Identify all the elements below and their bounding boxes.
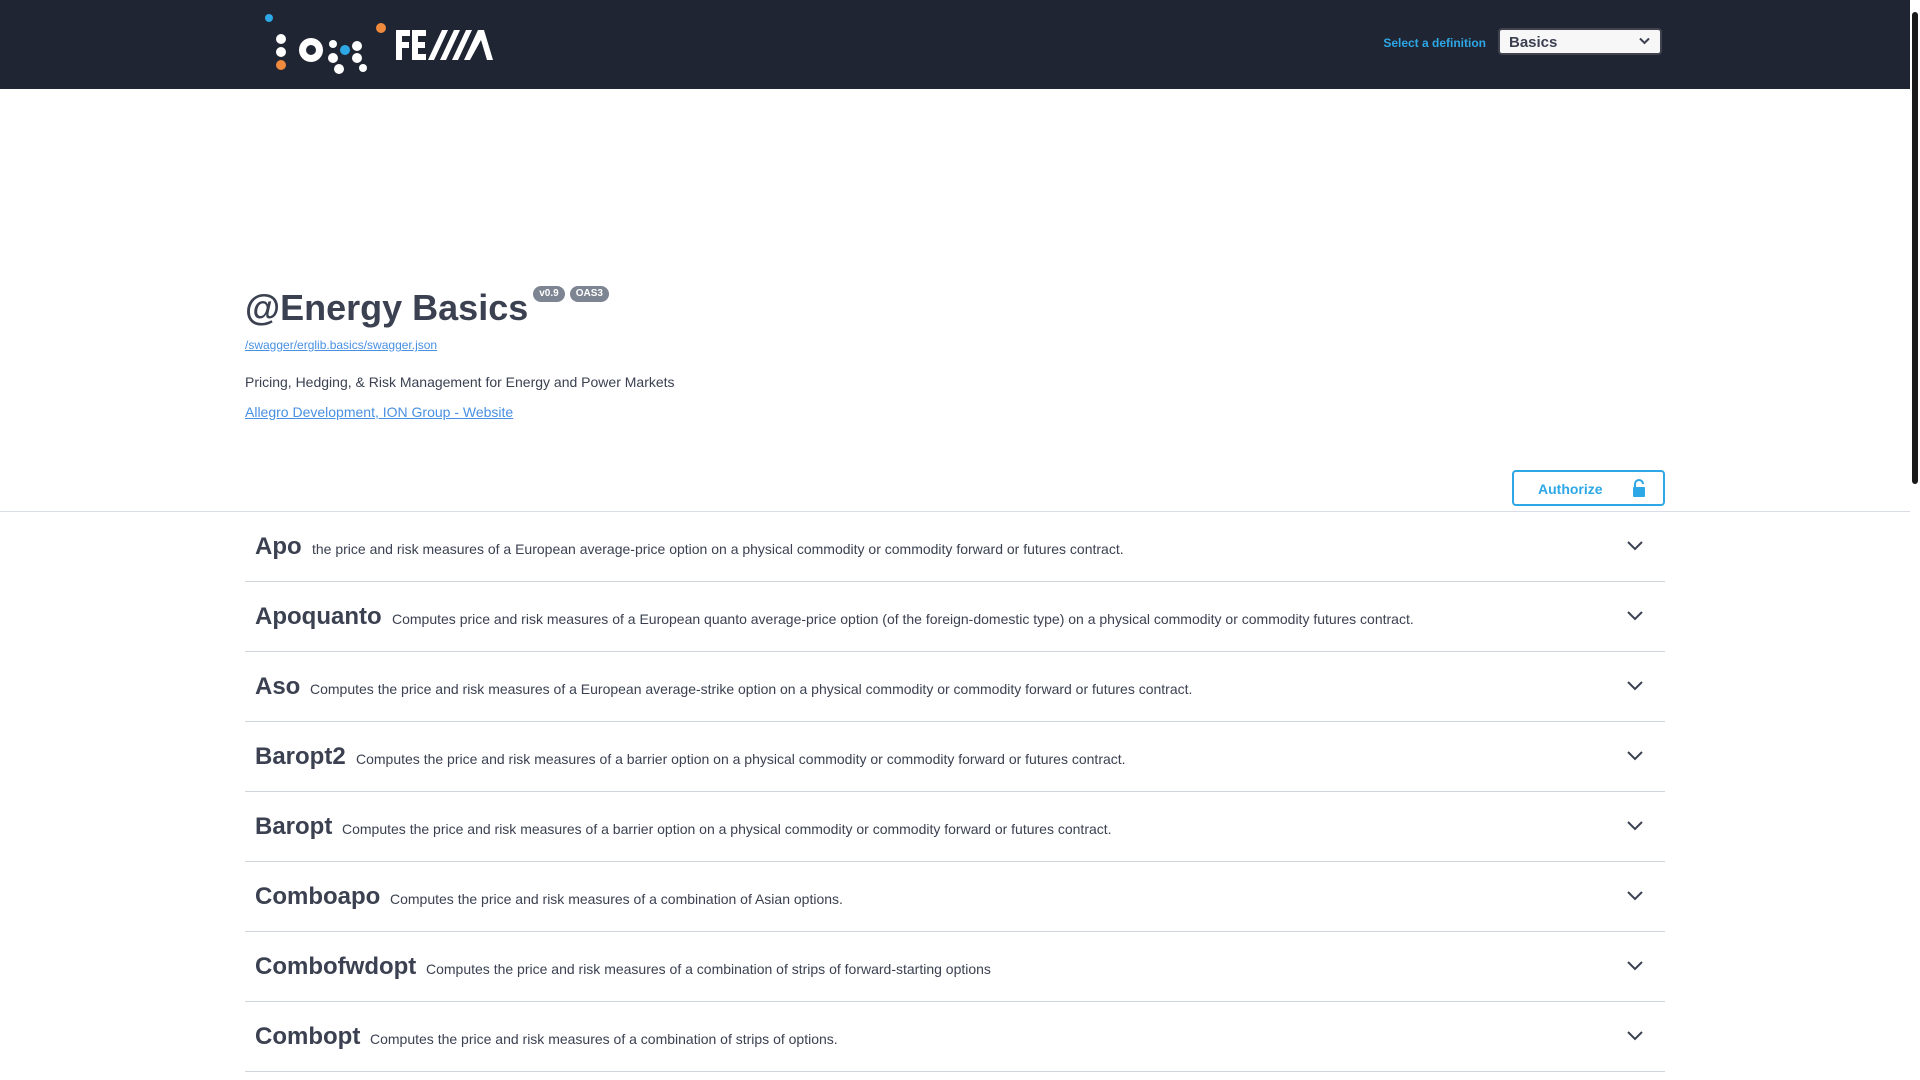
spec-url-link[interactable]: /swagger/erglib.basics/swagger.json — [245, 338, 437, 352]
tag-description: Computes the price and risk measures of … — [426, 961, 991, 977]
tag-name: Aso — [255, 673, 301, 700]
tag-name: Apo — [255, 533, 302, 560]
tag-description: Computes the price and risk measures of … — [390, 891, 843, 907]
tag-description: Computes the price and risk measures of … — [370, 1031, 838, 1047]
tag-description: Computes the price and risk measures of … — [342, 821, 1112, 837]
tag-section-comboapo[interactable]: Comboapo Computes the price and risk meas… — [245, 862, 1665, 932]
tag-name: Combopt — [255, 1023, 361, 1050]
tag-description: Computes the price and risk measures of … — [310, 681, 1193, 697]
fea-logo[interactable] — [396, 30, 493, 60]
operation-tags: Apo the price and risk measures of a Euro… — [245, 512, 1665, 1072]
tag-description: Computes the price and risk measures of … — [356, 751, 1126, 767]
lock-icon — [1633, 479, 1645, 497]
tag-section-apoquanto[interactable]: Apoquanto Computes price and risk measure… — [245, 582, 1665, 652]
authorize-label: Authorize — [1538, 481, 1603, 497]
tag-section-apo[interactable]: Apo the price and risk measures of a Euro… — [245, 512, 1665, 582]
tag-section-baropt2[interactable]: Baropt2 Computes the price and risk measu… — [245, 722, 1665, 792]
expand-chevron-icon[interactable] — [1625, 536, 1645, 556]
chevron-down-icon — [1639, 37, 1650, 45]
expand-chevron-icon[interactable] — [1625, 1026, 1645, 1046]
contact-link[interactable]: Allegro Development, ION Group - Website — [245, 404, 513, 420]
api-description: Pricing, Hedging, & Risk Management for … — [245, 374, 675, 390]
api-info: @Energy Basics v0.9 OAS3 — [245, 286, 609, 326]
expand-chevron-icon[interactable] — [1625, 816, 1645, 836]
definition-selected-value: Basics — [1509, 34, 1558, 51]
version-badge: v0.9 — [533, 286, 565, 302]
tag-description: the price and risk measures of a Europea… — [312, 541, 1124, 557]
expand-chevron-icon[interactable] — [1625, 886, 1645, 906]
tag-section-baropt[interactable]: Baropt Computes the price and risk measur… — [245, 792, 1665, 862]
tag-section-combopt[interactable]: Combopt Computes the price and risk measu… — [245, 1002, 1665, 1072]
tag-section-aso[interactable]: Aso Computes the price and risk measures … — [245, 652, 1665, 722]
tag-name: Baropt — [255, 813, 333, 840]
oas-badge: OAS3 — [569, 286, 609, 302]
page-title: @Energy Basics — [245, 287, 529, 328]
definition-select[interactable]: Basics — [1498, 28, 1662, 55]
tag-section-combofwdopt[interactable]: Combofwdopt Computes the price and risk m… — [245, 932, 1665, 1002]
expand-chevron-icon[interactable] — [1625, 676, 1645, 696]
expand-chevron-icon[interactable] — [1625, 956, 1645, 976]
tag-name: Comboapo — [255, 883, 381, 910]
tag-name: Combofwdopt — [255, 953, 417, 980]
tag-name: Apoquanto — [255, 603, 382, 630]
tag-name: Baropt2 — [255, 743, 346, 770]
expand-chevron-icon[interactable] — [1625, 746, 1645, 766]
authorize-button[interactable]: Authorize — [1512, 470, 1665, 506]
scrollbar-thumb[interactable] — [1912, 12, 1918, 484]
top-bar: Select a definition Basics — [0, 0, 1910, 89]
tag-description: Computes price and risk measures of a Eu… — [392, 611, 1414, 627]
ion-logo[interactable] — [261, 12, 391, 78]
expand-chevron-icon[interactable] — [1625, 606, 1645, 626]
definition-label: Select a definition — [1383, 36, 1486, 50]
